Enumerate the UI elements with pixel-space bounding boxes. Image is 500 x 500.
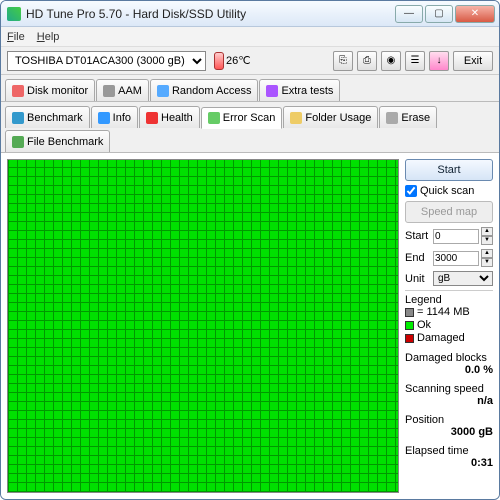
titlebar: HD Tune Pro 5.70 - Hard Disk/SSD Utility… — [1, 1, 499, 27]
screenshot-icon[interactable]: ⎙ — [357, 51, 377, 71]
start-spinner[interactable]: ▲▼ — [481, 227, 493, 245]
error-scan-icon — [208, 112, 220, 124]
tab-row-2: Benchmark Info Health Error Scan Folder … — [1, 102, 499, 153]
tab-benchmark[interactable]: Benchmark — [5, 106, 90, 128]
minimize-button[interactable]: — — [395, 5, 423, 23]
file-bench-icon — [12, 136, 24, 148]
end-spinner[interactable]: ▲▼ — [481, 249, 493, 267]
info-icon — [98, 112, 110, 124]
block-icon — [405, 308, 414, 317]
toolbar: TOSHIBA DT01ACA300 (3000 gB) 26℃ ⎘ ⎙ ◉ ☰… — [1, 47, 499, 75]
tab-row-1: Disk monitor AAM Random Access Extra tes… — [1, 75, 499, 102]
exit-button[interactable]: Exit — [453, 51, 493, 71]
start-button[interactable]: Start — [405, 159, 493, 181]
tab-erase[interactable]: Erase — [379, 106, 437, 128]
unit-label: Unit — [405, 273, 431, 285]
legend: Legend = 1144 MB Ok Damaged — [405, 290, 493, 345]
start-input[interactable] — [433, 229, 479, 244]
temperature-value: 26℃ — [226, 54, 251, 67]
stat-damaged: Damaged blocks0.0 % — [405, 352, 493, 376]
benchmark-icon — [12, 112, 24, 124]
drive-select[interactable]: TOSHIBA DT01ACA300 (3000 gB) — [7, 51, 206, 71]
scan-grid — [8, 160, 398, 492]
temperature: 26℃ — [214, 52, 251, 70]
stat-position: Position3000 gB — [405, 414, 493, 438]
speed-map-button: Speed map — [405, 201, 493, 223]
extra-icon — [266, 85, 278, 97]
camera-icon[interactable]: ◉ — [381, 51, 401, 71]
stat-speed: Scanning speedn/a — [405, 383, 493, 407]
stat-time: Elapsed time0:31 — [405, 445, 493, 469]
tab-aam[interactable]: AAM — [96, 79, 149, 101]
tab-random-access[interactable]: Random Access — [150, 79, 258, 101]
erase-icon — [386, 112, 398, 124]
tab-error-scan[interactable]: Error Scan — [201, 107, 283, 129]
health-icon — [146, 112, 158, 124]
close-button[interactable]: ✕ — [455, 5, 495, 23]
thermometer-icon — [214, 52, 224, 70]
start-label: Start — [405, 230, 431, 242]
damaged-icon — [405, 334, 414, 343]
tab-disk-monitor[interactable]: Disk monitor — [5, 79, 95, 101]
end-label: End — [405, 252, 431, 264]
menu-help[interactable]: Help — [37, 31, 60, 43]
window-title: HD Tune Pro 5.70 - Hard Disk/SSD Utility — [26, 7, 393, 21]
tab-folder-usage[interactable]: Folder Usage — [283, 106, 378, 128]
settings-icon[interactable]: ☰ — [405, 51, 425, 71]
folder-icon — [290, 112, 302, 124]
maximize-button[interactable]: ▢ — [425, 5, 453, 23]
copy-icon[interactable]: ⎘ — [333, 51, 353, 71]
scan-grid-container — [7, 159, 399, 493]
tab-extra-tests[interactable]: Extra tests — [259, 79, 340, 101]
tab-health[interactable]: Health — [139, 106, 200, 128]
legend-title: Legend — [405, 294, 493, 306]
side-panel: Start Quick scan Speed map Start ▲▼ End ▲▼… — [405, 159, 493, 493]
quick-scan-checkbox[interactable]: Quick scan — [405, 185, 493, 197]
aam-icon — [103, 85, 115, 97]
random-icon — [157, 85, 169, 97]
app-icon — [7, 7, 21, 21]
save-icon[interactable]: ↓ — [429, 51, 449, 71]
end-input[interactable] — [433, 251, 479, 266]
unit-select[interactable]: gB — [433, 271, 493, 286]
content-area: Start Quick scan Speed map Start ▲▼ End ▲▼… — [1, 153, 499, 499]
monitor-icon — [12, 85, 24, 97]
ok-icon — [405, 321, 414, 330]
tab-file-benchmark[interactable]: File Benchmark — [5, 130, 110, 152]
menu-bar: File Help — [1, 27, 499, 47]
app-window: HD Tune Pro 5.70 - Hard Disk/SSD Utility… — [0, 0, 500, 500]
tab-info[interactable]: Info — [91, 106, 138, 128]
menu-file[interactable]: File — [7, 31, 25, 43]
